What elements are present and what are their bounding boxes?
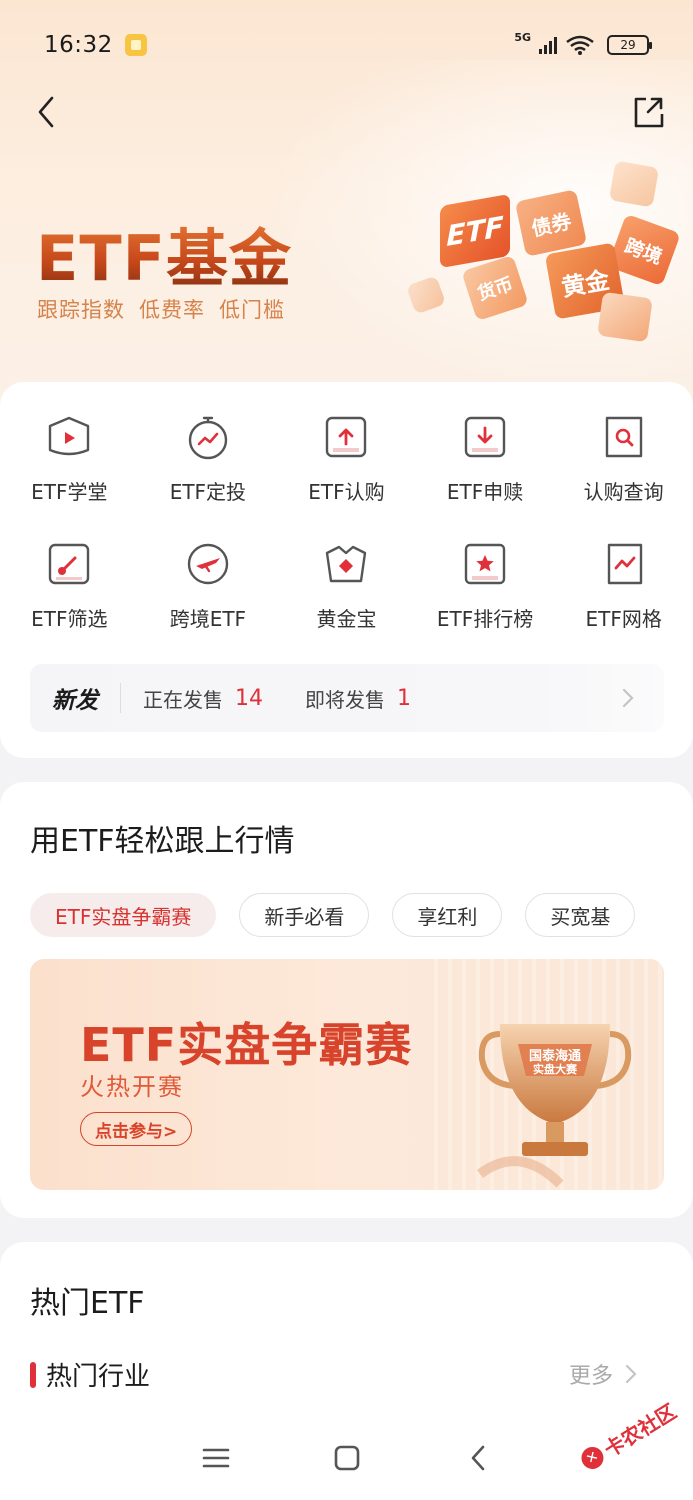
hero-subtitle-2: 低费率	[139, 298, 205, 322]
back-triangle-icon	[471, 1445, 484, 1471]
on-sale-label: 正在发售	[143, 687, 223, 712]
network-type: 5G	[514, 30, 531, 44]
back-icon[interactable]	[32, 92, 62, 132]
new-issue-bar[interactable]: 新发 正在发售 14 即将发售 1	[30, 664, 664, 732]
chip-dividend[interactable]: 享红利	[392, 893, 503, 937]
competition-banner[interactable]: ETF实盘争霸赛 火热开赛 点击参与> 国泰海通 实盘大赛	[30, 959, 664, 1190]
battery-level: 29	[620, 38, 636, 52]
query-icon	[605, 416, 642, 458]
wifi-icon	[566, 35, 594, 55]
banner-title: ETF实盘争霸赛	[80, 1018, 413, 1072]
timer-chart-icon	[188, 416, 228, 460]
battery-icon: 29	[607, 35, 652, 55]
status-indicators: 5G 29	[514, 30, 652, 56]
grid-item-etf-grid[interactable]: ETF网格	[554, 539, 693, 632]
divider	[120, 683, 121, 713]
upcoming-count: 1	[397, 685, 411, 711]
grid-label: ETF认购	[308, 480, 385, 504]
section-title: 热门ETF	[30, 1286, 145, 1321]
chip-competition[interactable]: ETF实盘争霸赛	[30, 893, 217, 937]
on-sale-count: 14	[235, 685, 263, 711]
grid-item-etf-ranking[interactable]: ETF排行榜	[416, 539, 555, 632]
ranking-icon	[464, 543, 506, 585]
hero-subtitle: 跟踪指数 低费率 低门槛	[37, 294, 285, 324]
school-icon	[49, 416, 90, 456]
status-time: 16:32	[44, 32, 113, 58]
banner-subtitle: 火热开赛	[80, 1073, 184, 1101]
notification-icon	[124, 34, 147, 56]
share-icon[interactable]	[628, 92, 668, 132]
chip-beginner[interactable]: 新手必看	[239, 893, 370, 937]
function-grid: ETF学堂 ETF定投 ETF认购 ETF申赎 认购查询 ETF筛选 跨境ETF…	[0, 412, 693, 632]
chip-row: ETF实盘争霸赛 新手必看 享红利 买宽基	[30, 893, 636, 937]
grid-item-etf-school[interactable]: ETF学堂	[0, 412, 139, 505]
grid-label: ETF筛选	[31, 607, 108, 631]
menu-icon	[202, 1448, 229, 1468]
grid-item-cross-border-etf[interactable]: 跨境ETF	[139, 539, 278, 632]
redeem-icon	[464, 416, 506, 458]
market-section: 用ETF轻松跟上行情 ETF实盘争霸赛 新手必看 享红利 买宽基 ETF实盘争霸…	[0, 782, 693, 1218]
svg-text:国泰海通: 国泰海通	[529, 1048, 581, 1064]
grid-item-gold-treasure[interactable]: 黄金宝	[277, 539, 416, 632]
chevron-right-icon	[622, 688, 634, 708]
home-square-icon	[334, 1445, 359, 1471]
back-button[interactable]	[458, 1438, 498, 1478]
function-grid-card: ETF学堂 ETF定投 ETF认购 ETF申赎 认购查询 ETF筛选 跨境ETF…	[0, 382, 693, 758]
hero-cube-blank-2	[405, 275, 447, 315]
hot-industry-label: 热门行业	[46, 1362, 151, 1392]
chip-broad-base[interactable]: 买宽基	[525, 893, 636, 937]
hero-title: ETF基金	[36, 208, 292, 298]
menu-button[interactable]	[196, 1438, 236, 1478]
section-title: 用ETF轻松跟上行情	[30, 824, 295, 859]
home-button[interactable]	[327, 1438, 367, 1478]
hero-cube-blank-1	[608, 160, 660, 208]
grid-item-etf-filter[interactable]: ETF筛选	[0, 539, 139, 632]
grid-label: ETF学堂	[31, 480, 108, 504]
grid-label: ETF网格	[585, 607, 662, 631]
new-issue-tag: 新发	[52, 688, 98, 714]
hot-industry-header: 热门行业	[30, 1356, 150, 1393]
status-bar: 16:32 5G 29	[0, 0, 693, 90]
hero-cube-blank-3	[597, 291, 653, 343]
grid-item-subscribe-query[interactable]: 认购查询	[554, 412, 693, 505]
hero-subtitle-1: 跟踪指数	[37, 298, 125, 322]
signal-icon	[539, 36, 557, 54]
gold-icon	[326, 545, 367, 583]
grid-chart-icon	[607, 543, 642, 585]
hero-cube-money: 货币	[461, 254, 529, 322]
more-link[interactable]: 更多	[569, 1358, 637, 1390]
hero-cube-bond: 债券	[514, 189, 588, 257]
trophy-icon: 国泰海通 实盘大赛	[477, 1024, 632, 1188]
grid-item-etf-redeem[interactable]: ETF申赎	[416, 412, 555, 505]
more-label: 更多	[568, 1364, 613, 1389]
subscribe-icon	[326, 416, 367, 458]
filter-icon	[49, 543, 90, 585]
plane-icon	[187, 543, 229, 585]
grid-label: ETF排行榜	[436, 607, 534, 631]
grid-item-etf-auto-invest[interactable]: ETF定投	[139, 412, 278, 505]
hero-subtitle-3: 低门槛	[219, 298, 285, 322]
join-button[interactable]: 点击参与>	[80, 1112, 193, 1146]
upcoming-label: 即将发售	[305, 687, 385, 712]
grid-label: 跨境ETF	[169, 607, 247, 631]
grid-label: 认购查询	[583, 480, 664, 504]
grid-label: 黄金宝	[316, 607, 377, 631]
hero-cube-etf: ETF	[440, 193, 510, 269]
grid-item-etf-subscribe[interactable]: ETF认购	[277, 412, 416, 505]
accent-bar	[30, 1361, 36, 1388]
grid-label: ETF申赎	[446, 480, 524, 504]
grid-label: ETF定投	[169, 480, 247, 504]
svg-text:实盘大赛: 实盘大赛	[533, 1062, 578, 1076]
chevron-right-icon	[625, 1364, 637, 1384]
